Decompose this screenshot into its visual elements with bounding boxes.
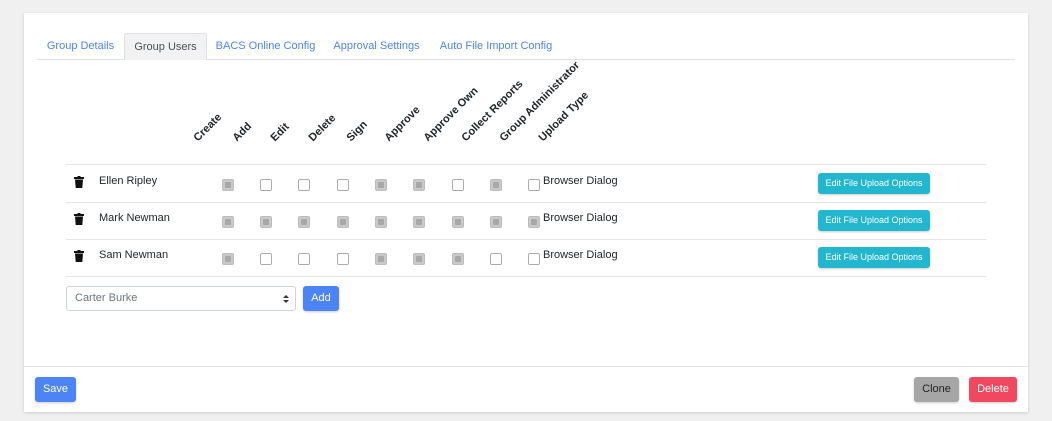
column-header-create: Create [191, 111, 225, 144]
delete-button[interactable]: Delete [969, 377, 1017, 402]
tab-group-details[interactable]: Group Details [37, 33, 124, 60]
permission-checkbox-group-administrator[interactable] [528, 253, 540, 265]
column-header-add: Add [230, 120, 255, 144]
permission-checkbox-approve[interactable] [413, 179, 425, 191]
trash-icon[interactable] [74, 176, 84, 188]
column-header-delete: Delete [306, 112, 339, 144]
permission-checkbox-approve-own[interactable] [452, 216, 464, 228]
permission-checkbox-group-administrator[interactable] [528, 179, 540, 191]
group-card: Group Details Group Users BACS Online Co… [24, 13, 1028, 412]
column-header-edit: Edit [268, 120, 292, 144]
column-header-approve: Approve [382, 103, 423, 144]
permission-checkbox-sign[interactable] [375, 179, 387, 191]
tab-group-users[interactable]: Group Users [124, 33, 207, 60]
column-header-sign: Sign [344, 118, 370, 144]
permission-checkbox-edit[interactable] [298, 179, 310, 191]
permission-checkbox-add[interactable] [260, 253, 272, 265]
tab-bacs-online-config[interactable]: BACS Online Config [207, 33, 324, 60]
trash-icon[interactable] [74, 213, 84, 225]
permission-checkbox-add[interactable] [260, 179, 272, 191]
trash-icon[interactable] [74, 250, 84, 262]
row-divider [66, 276, 986, 277]
user-name: Sam Newman [99, 249, 169, 261]
footer-divider [24, 366, 1028, 367]
permission-checkbox-delete[interactable] [337, 253, 349, 265]
permission-checkbox-edit[interactable] [298, 253, 310, 265]
permission-checkbox-group-administrator[interactable] [528, 216, 540, 228]
upload-type: Browser Dialog [543, 249, 618, 261]
permission-checkbox-collect-reports[interactable] [490, 253, 502, 265]
user-name: Ellen Ripley [99, 175, 158, 187]
edit-file-upload-options-button[interactable]: Edit File Upload Options [818, 210, 930, 231]
edit-file-upload-options-button[interactable]: Edit File Upload Options [818, 247, 930, 268]
permission-checkbox-create[interactable] [222, 253, 234, 265]
permission-checkbox-sign[interactable] [375, 253, 387, 265]
save-button[interactable]: Save [35, 377, 76, 402]
permission-checkbox-sign[interactable] [375, 216, 387, 228]
table-row: Ellen Ripley Browser Dialog Edit File Uplo… [66, 165, 986, 202]
tab-auto-file-import-config[interactable]: Auto File Import Config [429, 33, 563, 60]
user-select-value: Carter Burke [75, 292, 138, 304]
permission-checkbox-approve[interactable] [413, 253, 425, 265]
permission-checkbox-approve-own[interactable] [452, 179, 464, 191]
table-row: Mark Newman Browser Dialog Edit File Uploa… [66, 202, 986, 239]
add-user-button[interactable]: Add [303, 286, 339, 311]
permission-checkbox-edit[interactable] [298, 216, 310, 228]
clone-button[interactable]: Clone [914, 377, 959, 402]
permission-checkbox-delete[interactable] [337, 216, 349, 228]
permission-checkbox-collect-reports[interactable] [490, 179, 502, 191]
select-arrows-icon [283, 295, 289, 303]
permission-checkbox-delete[interactable] [337, 179, 349, 191]
permission-checkbox-collect-reports[interactable] [490, 216, 502, 228]
upload-type: Browser Dialog [543, 212, 618, 224]
permission-checkbox-create[interactable] [222, 179, 234, 191]
tab-approval-settings[interactable]: Approval Settings [324, 33, 429, 60]
user-select[interactable]: Carter Burke [66, 286, 296, 311]
permission-checkbox-approve-own[interactable] [452, 253, 464, 265]
upload-type: Browser Dialog [543, 175, 618, 187]
permission-checkbox-create[interactable] [222, 216, 234, 228]
permission-checkbox-add[interactable] [260, 216, 272, 228]
table-row: Sam Newman Browser Dialog Edit File Upload… [66, 239, 986, 276]
edit-file-upload-options-button[interactable]: Edit File Upload Options [818, 173, 930, 194]
tab-bar: Group Details Group Users BACS Online Co… [37, 33, 1015, 60]
permission-checkbox-approve[interactable] [413, 216, 425, 228]
user-name: Mark Newman [99, 212, 170, 224]
